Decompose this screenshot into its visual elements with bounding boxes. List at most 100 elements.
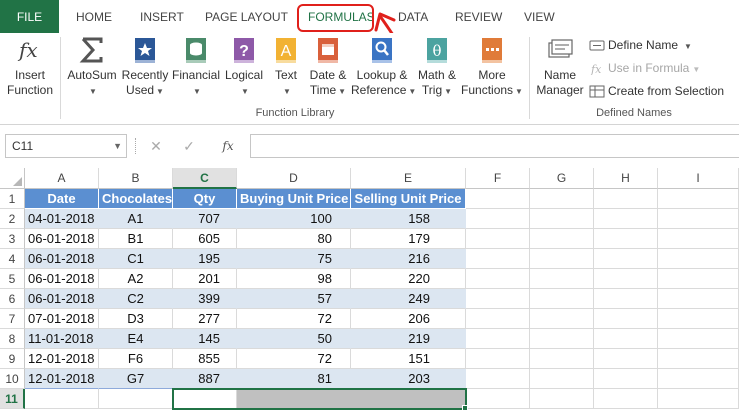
value-cell[interactable]: 195: [173, 249, 237, 269]
value-cell[interactable]: 80: [237, 229, 351, 249]
cell[interactable]: [530, 369, 594, 389]
math-trig-button[interactable]: θ Math & Trig ▼: [414, 35, 460, 99]
cell[interactable]: [658, 389, 739, 409]
tab-page-layout[interactable]: PAGE LAYOUT: [205, 0, 288, 33]
cell[interactable]: [530, 289, 594, 309]
cell[interactable]: [594, 309, 658, 329]
value-cell[interactable]: 249: [351, 289, 466, 309]
cell[interactable]: [530, 349, 594, 369]
chocolate-cell[interactable]: G7: [99, 369, 173, 389]
define-name-button[interactable]: Define Name ▼: [589, 36, 692, 54]
value-cell[interactable]: 57: [237, 289, 351, 309]
row-header-5[interactable]: 5: [0, 269, 25, 289]
value-cell[interactable]: 220: [351, 269, 466, 289]
column-header-e[interactable]: E: [351, 168, 466, 189]
cell[interactable]: [594, 249, 658, 269]
table-header-cell[interactable]: Buying Unit Price: [237, 189, 351, 209]
cell[interactable]: [466, 249, 530, 269]
chocolate-cell[interactable]: F6: [99, 349, 173, 369]
value-cell[interactable]: 605: [173, 229, 237, 249]
tab-data[interactable]: DATA: [398, 0, 428, 33]
row-header-9[interactable]: 9: [0, 349, 25, 369]
value-cell[interactable]: 75: [237, 249, 351, 269]
cell[interactable]: [594, 209, 658, 229]
cell[interactable]: [466, 349, 530, 369]
cell[interactable]: [530, 309, 594, 329]
date-cell[interactable]: 12-01-2018: [25, 349, 99, 369]
date-cell[interactable]: 11-01-2018: [25, 329, 99, 349]
value-cell[interactable]: 158: [351, 209, 466, 229]
value-cell[interactable]: 277: [173, 309, 237, 329]
text-button[interactable]: A Text ▼: [268, 35, 304, 99]
chocolate-cell[interactable]: C2: [99, 289, 173, 309]
lookup-reference-button[interactable]: Lookup & Reference ▼: [351, 35, 416, 99]
use-in-formula-button[interactable]: fx Use in Formula ▼: [589, 59, 700, 77]
active-cell[interactable]: [173, 389, 237, 409]
date-cell[interactable]: 12-01-2018: [25, 369, 99, 389]
value-cell[interactable]: 145: [173, 329, 237, 349]
cell[interactable]: [466, 329, 530, 349]
cell[interactable]: [25, 389, 99, 409]
cell[interactable]: [594, 189, 658, 209]
table-header-cell[interactable]: Selling Unit Price: [351, 189, 466, 209]
cell[interactable]: [658, 309, 739, 329]
autosum-button[interactable]: AutoSum ▼: [64, 35, 120, 99]
date-time-button[interactable]: Date & Time ▼: [306, 35, 350, 99]
cell[interactable]: [658, 229, 739, 249]
row-header-2[interactable]: 2: [0, 209, 25, 229]
value-cell[interactable]: 707: [173, 209, 237, 229]
value-cell[interactable]: 151: [351, 349, 466, 369]
cell[interactable]: [466, 209, 530, 229]
tab-file[interactable]: FILE: [0, 0, 59, 33]
row-header-6[interactable]: 6: [0, 289, 25, 309]
cell[interactable]: [351, 389, 466, 409]
cell[interactable]: [99, 389, 173, 409]
column-header-g[interactable]: G: [530, 168, 594, 189]
cell[interactable]: [530, 229, 594, 249]
column-header-i[interactable]: I: [658, 168, 739, 189]
value-cell[interactable]: 399: [173, 289, 237, 309]
chocolate-cell[interactable]: E4: [99, 329, 173, 349]
tab-insert[interactable]: INSERT: [140, 0, 184, 33]
cell[interactable]: [658, 249, 739, 269]
row-header-8[interactable]: 8: [0, 329, 25, 349]
tab-home[interactable]: HOME: [76, 0, 112, 33]
value-cell[interactable]: 206: [351, 309, 466, 329]
cell[interactable]: [466, 269, 530, 289]
table-header-cell[interactable]: Date: [25, 189, 99, 209]
column-header-f[interactable]: F: [466, 168, 530, 189]
date-cell[interactable]: 06-01-2018: [25, 289, 99, 309]
select-all-button[interactable]: [0, 168, 25, 189]
row-header-10[interactable]: 10: [0, 369, 25, 389]
chocolate-cell[interactable]: C1: [99, 249, 173, 269]
row-header-1[interactable]: 1: [0, 189, 25, 209]
cell[interactable]: [466, 389, 530, 409]
cell[interactable]: [530, 389, 594, 409]
cell[interactable]: [530, 209, 594, 229]
cell[interactable]: [466, 309, 530, 329]
logical-button[interactable]: ? Logical ▼: [222, 35, 266, 99]
column-header-a[interactable]: A: [25, 168, 99, 189]
cell[interactable]: [594, 269, 658, 289]
date-cell[interactable]: 06-01-2018: [25, 269, 99, 289]
date-cell[interactable]: 06-01-2018: [25, 229, 99, 249]
cell[interactable]: [658, 349, 739, 369]
column-header-d[interactable]: D: [237, 168, 351, 189]
value-cell[interactable]: 72: [237, 309, 351, 329]
value-cell[interactable]: 203: [351, 369, 466, 389]
create-from-selection-button[interactable]: Create from Selection: [589, 82, 724, 100]
cell[interactable]: [466, 369, 530, 389]
more-functions-button[interactable]: More Functions ▼: [461, 35, 523, 99]
cell[interactable]: [594, 229, 658, 249]
table-header-cell[interactable]: Chocolates: [99, 189, 173, 209]
cell[interactable]: [658, 289, 739, 309]
chocolate-cell[interactable]: A1: [99, 209, 173, 229]
cancel-icon[interactable]: ✕: [145, 134, 167, 158]
row-header-11[interactable]: 11: [0, 389, 25, 409]
cell[interactable]: [466, 289, 530, 309]
cell[interactable]: [594, 329, 658, 349]
cell[interactable]: [594, 289, 658, 309]
date-cell[interactable]: 06-01-2018: [25, 249, 99, 269]
column-header-c[interactable]: C: [173, 168, 237, 189]
value-cell[interactable]: 216: [351, 249, 466, 269]
